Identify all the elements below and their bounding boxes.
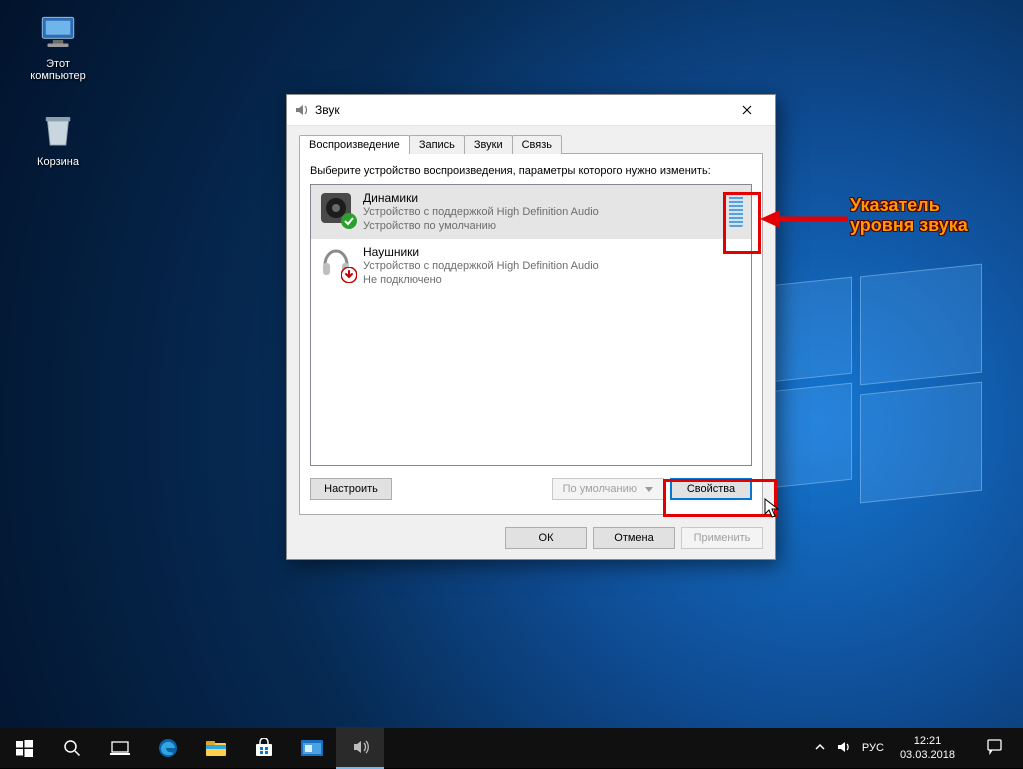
volume-level-meter (729, 191, 743, 227)
taskbar-sound-dialog[interactable] (336, 727, 384, 769)
titlebar[interactable]: Звук (287, 95, 775, 126)
sound-window-icon (351, 738, 369, 756)
computer-icon (37, 12, 79, 54)
windows-start-icon (16, 740, 33, 757)
sound-icon (293, 102, 309, 118)
tray-time: 12:21 (900, 734, 955, 748)
device-driver: Устройство с поддержкой High Definition … (363, 259, 743, 273)
taskbar-edge[interactable] (144, 728, 192, 768)
edge-icon (157, 737, 179, 759)
taskbar-app-1[interactable] (288, 728, 336, 768)
store-icon (254, 738, 274, 758)
checkmark-badge-icon (341, 213, 357, 229)
search-icon (63, 739, 81, 757)
start-button[interactable] (0, 728, 48, 768)
speakers-icon (319, 191, 353, 225)
device-list[interactable]: Динамики Устройство с поддержкой High De… (310, 184, 752, 466)
taskbar[interactable]: РУС 12:21 03.03.2018 (0, 728, 1023, 768)
device-name: Наушники (363, 245, 743, 259)
chevron-down-icon (645, 487, 653, 492)
annotation-text: Указательуровня звука (850, 195, 968, 235)
set-default-label: По умолчанию (563, 483, 637, 495)
tab-recording[interactable]: Запись (409, 135, 465, 154)
disconnected-badge-icon (341, 267, 357, 283)
desktop-icon-recycle-bin[interactable]: Корзина (20, 110, 96, 168)
desktop-icon-this-pc[interactable]: Этот компьютер (20, 12, 96, 82)
tray-volume-icon[interactable] (836, 739, 852, 758)
close-button[interactable] (724, 95, 769, 125)
search-button[interactable] (48, 728, 96, 768)
device-status: Не подключено (363, 273, 743, 287)
tray-notifications[interactable] (971, 728, 1017, 768)
task-view-icon (110, 740, 130, 756)
recycle-bin-icon (37, 110, 79, 152)
set-default-dropdown[interactable]: По умолчанию (552, 478, 664, 500)
window-icon (301, 740, 323, 756)
annotation-arrow (760, 208, 850, 233)
system-tray: РУС 12:21 03.03.2018 (814, 728, 1023, 768)
tab-strip: Воспроизведение Запись Звуки Связь (299, 135, 763, 154)
cancel-button[interactable]: Отмена (593, 527, 675, 549)
notification-icon (986, 738, 1003, 758)
instruction-text: Выберите устройство воспроизведения, пар… (310, 164, 752, 178)
configure-button[interactable]: Настроить (310, 478, 392, 500)
dialog-title: Звук (315, 103, 724, 117)
tab-communications[interactable]: Связь (512, 135, 562, 154)
tray-clock[interactable]: 12:21 03.03.2018 (894, 734, 961, 762)
ok-button[interactable]: ОК (505, 527, 587, 549)
tray-date: 03.03.2018 (900, 748, 955, 762)
tray-language[interactable]: РУС (862, 742, 884, 754)
headphones-icon (319, 245, 353, 279)
device-status: Устройство по умолчанию (363, 219, 719, 233)
tab-playback[interactable]: Воспроизведение (299, 135, 410, 154)
device-item-speakers[interactable]: Динамики Устройство с поддержкой High De… (311, 185, 751, 239)
file-explorer-icon (205, 739, 227, 757)
device-driver: Устройство с поддержкой High Definition … (363, 205, 719, 219)
device-name: Динамики (363, 191, 719, 205)
tray-chevron-up-icon[interactable] (814, 741, 826, 756)
close-icon (742, 102, 752, 119)
sound-dialog: Звук Воспроизведение Запись Звуки Связь … (286, 94, 776, 560)
device-item-headphones[interactable]: Наушники Устройство с поддержкой High De… (311, 239, 751, 293)
apply-button[interactable]: Применить (681, 527, 763, 549)
tab-pane-playback: Выберите устройство воспроизведения, пар… (299, 153, 763, 515)
desktop-icon-label: Этот компьютер (20, 58, 96, 82)
taskbar-store[interactable] (240, 728, 288, 768)
task-view-button[interactable] (96, 728, 144, 768)
desktop-icon-label: Корзина (20, 156, 96, 168)
properties-button[interactable]: Свойства (670, 478, 752, 500)
taskbar-explorer[interactable] (192, 728, 240, 768)
tab-sounds[interactable]: Звуки (464, 135, 513, 154)
windows-logo-wallpaper (750, 270, 980, 500)
